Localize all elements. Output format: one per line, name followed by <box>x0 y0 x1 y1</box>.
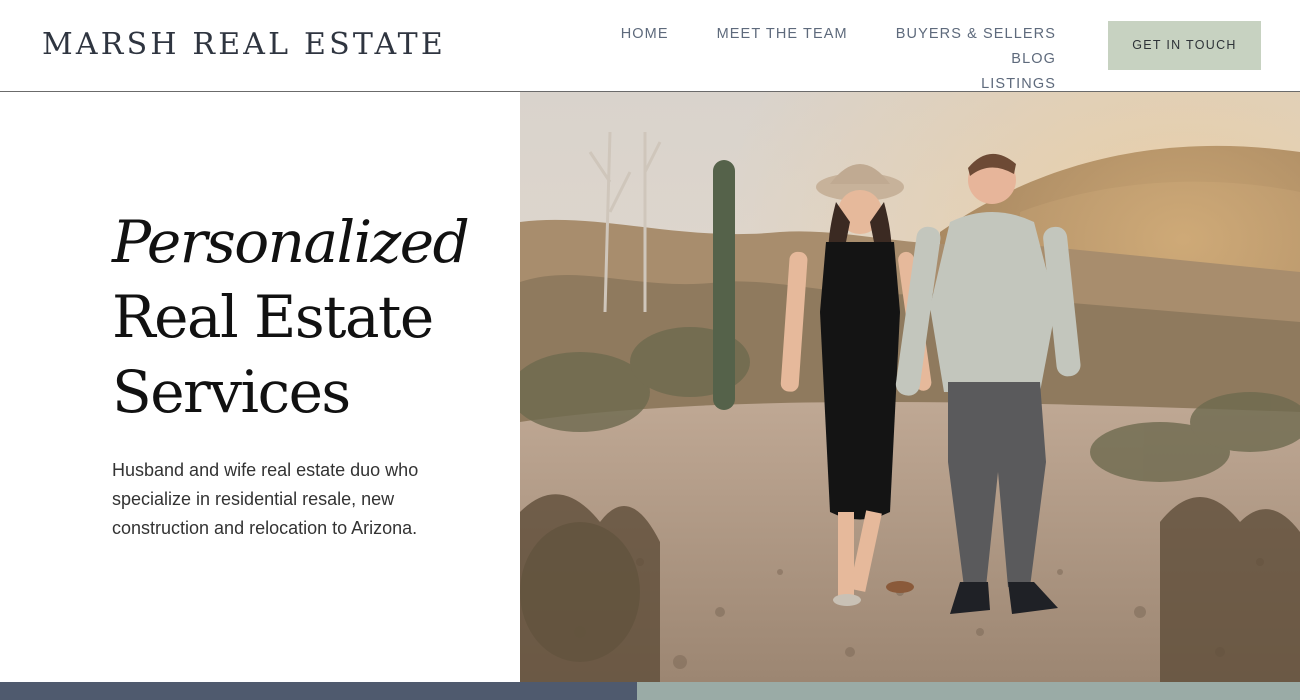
hero-text-panel: Personalized Real Estate Services Husban… <box>0 92 520 682</box>
get-in-touch-button[interactable]: GET IN TOUCH <box>1108 21 1261 70</box>
desert-couple-illustration <box>520 92 1300 682</box>
headline-line-1: Personalized <box>112 208 470 276</box>
nav-meet-the-team[interactable]: MEET THE TEAM <box>717 22 848 47</box>
headline-line-3: Services <box>112 358 351 426</box>
hero-couple-photo <box>520 92 1300 682</box>
headline-line-2: Real Estate <box>112 283 434 351</box>
main-nav: HOME MEET THE TEAM BUYERS & SELLERSBLOG LIS… <box>536 22 1056 97</box>
nav-home[interactable]: HOME <box>621 22 669 47</box>
nav-buyers-sellers[interactable]: BUYERS & SELLERS <box>896 22 1056 47</box>
hero-description: Husband and wife real estate duo who spe… <box>112 460 419 538</box>
footer-band-right <box>637 682 1300 700</box>
site-header: MARSH REAL ESTATE HOME MEET THE TEAM BUYER… <box>0 0 1300 92</box>
nav-blog[interactable]: BLOG <box>1011 47 1056 72</box>
footer-band-left <box>0 682 637 700</box>
site-logo[interactable]: MARSH REAL ESTATE <box>42 27 446 62</box>
hero-headline: Personalized Real Estate Services <box>112 205 470 430</box>
